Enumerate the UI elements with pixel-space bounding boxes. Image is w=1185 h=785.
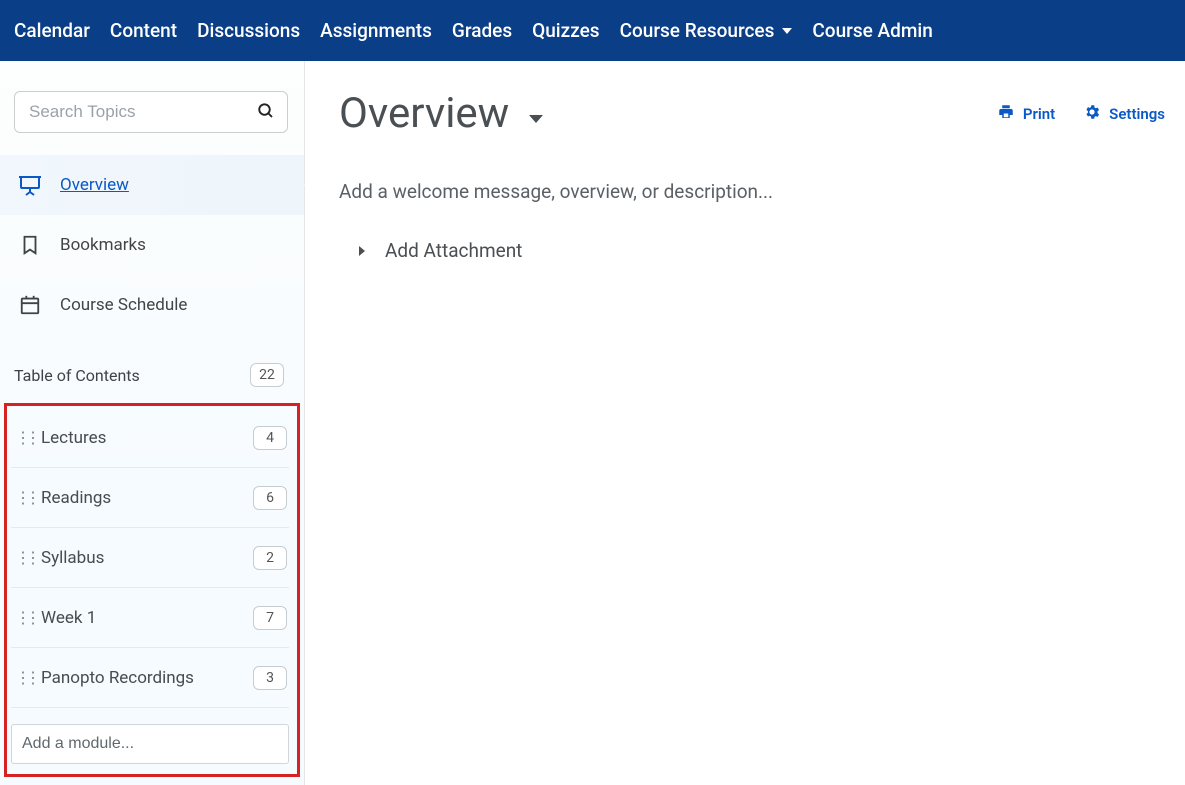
settings-label: Settings bbox=[1109, 105, 1165, 123]
module-item-lectures[interactable]: ⋮⋮ Lectures 4 bbox=[11, 408, 289, 468]
add-attachment-row[interactable]: Add Attachment bbox=[359, 239, 1165, 262]
nav-content[interactable]: Content bbox=[110, 13, 177, 48]
header-actions: Print Settings bbox=[997, 103, 1165, 125]
nav-discussions[interactable]: Discussions bbox=[197, 13, 300, 48]
chevron-down-icon bbox=[782, 28, 792, 34]
toc-label: Table of Contents bbox=[14, 366, 140, 385]
module-item-syllabus[interactable]: ⋮⋮ Syllabus 2 bbox=[11, 528, 289, 588]
module-count-badge: 6 bbox=[253, 486, 287, 510]
chevron-down-icon[interactable] bbox=[529, 115, 543, 123]
module-label: Syllabus bbox=[41, 548, 241, 568]
nav-assignments[interactable]: Assignments bbox=[320, 13, 432, 48]
sidebar-item-label[interactable]: Overview bbox=[60, 175, 288, 195]
print-label: Print bbox=[1023, 105, 1055, 123]
gear-icon bbox=[1083, 103, 1101, 125]
sidebar-item-course-schedule[interactable]: Course Schedule bbox=[14, 275, 288, 335]
nav-calendar[interactable]: Calendar bbox=[14, 13, 90, 48]
search-input[interactable] bbox=[29, 102, 247, 122]
drag-handle-icon[interactable]: ⋮⋮ bbox=[15, 615, 29, 621]
drag-handle-icon[interactable]: ⋮⋮ bbox=[15, 675, 29, 681]
module-item-readings[interactable]: ⋮⋮ Readings 6 bbox=[11, 468, 289, 528]
module-count-badge: 2 bbox=[253, 546, 287, 570]
page-title: Overview bbox=[339, 89, 509, 138]
drag-handle-icon[interactable]: ⋮⋮ bbox=[15, 435, 29, 441]
module-label: Panopto Recordings bbox=[41, 668, 241, 688]
sidebar-primary-list: Overview Bookmarks Course Schedule bbox=[14, 155, 288, 335]
search-topics-wrap[interactable] bbox=[14, 91, 288, 133]
sidebar-item-label: Course Schedule bbox=[60, 295, 284, 315]
module-item-panopto-recordings[interactable]: ⋮⋮ Panopto Recordings 3 bbox=[11, 648, 289, 708]
add-module-input[interactable] bbox=[22, 735, 278, 753]
calendar-icon bbox=[18, 294, 42, 316]
nav-course-resources[interactable]: Course Resources bbox=[620, 13, 793, 48]
search-icon[interactable] bbox=[257, 102, 275, 124]
sidebar: Overview Bookmarks Course Schedule Table… bbox=[0, 61, 305, 785]
print-icon bbox=[997, 103, 1015, 125]
add-attachment-label: Add Attachment bbox=[385, 239, 522, 262]
module-count-badge: 4 bbox=[253, 426, 287, 450]
drag-handle-icon[interactable]: ⋮⋮ bbox=[15, 495, 29, 501]
sidebar-item-overview[interactable]: Overview bbox=[0, 155, 304, 215]
settings-button[interactable]: Settings bbox=[1083, 103, 1165, 125]
nav-grades[interactable]: Grades bbox=[452, 13, 512, 48]
module-count-badge: 3 bbox=[253, 666, 287, 690]
module-label: Readings bbox=[41, 488, 241, 508]
toc-count-badge: 22 bbox=[250, 363, 284, 387]
nav-course-admin[interactable]: Course Admin bbox=[812, 13, 932, 48]
drag-handle-icon[interactable]: ⋮⋮ bbox=[15, 555, 29, 561]
module-label: Week 1 bbox=[41, 608, 241, 628]
sidebar-item-label: Bookmarks bbox=[60, 235, 284, 255]
main-content: Overview Print Settings Add a welc bbox=[305, 61, 1185, 785]
page-header: Overview Print Settings bbox=[339, 89, 1165, 138]
module-label: Lectures bbox=[41, 428, 241, 448]
module-item-week-1[interactable]: ⋮⋮ Week 1 7 bbox=[11, 588, 289, 648]
bookmark-icon bbox=[18, 234, 42, 256]
add-module-wrap[interactable] bbox=[11, 724, 289, 764]
print-button[interactable]: Print bbox=[997, 103, 1055, 125]
modules-highlight-box: ⋮⋮ Lectures 4 ⋮⋮ Readings 6 ⋮⋮ Syllabus … bbox=[4, 403, 300, 777]
top-nav: Calendar Content Discussions Assignments… bbox=[0, 0, 1185, 61]
presentation-icon bbox=[18, 173, 42, 197]
sidebar-item-bookmarks[interactable]: Bookmarks bbox=[14, 215, 288, 275]
module-count-badge: 7 bbox=[253, 606, 287, 630]
title-wrap: Overview bbox=[339, 89, 543, 138]
toc-header[interactable]: Table of Contents 22 bbox=[14, 363, 288, 397]
nav-quizzes[interactable]: Quizzes bbox=[532, 13, 599, 48]
arrow-right-icon bbox=[359, 246, 365, 256]
welcome-placeholder-text[interactable]: Add a welcome message, overview, or desc… bbox=[339, 180, 1165, 203]
